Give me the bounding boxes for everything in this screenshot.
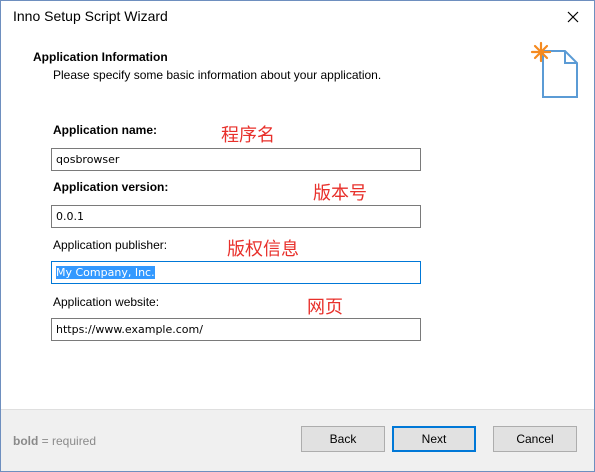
back-button[interactable]: Back (301, 426, 385, 452)
required-note-bold: bold (13, 434, 39, 448)
app-publisher-label: Application publisher: (53, 238, 168, 252)
window-title: Inno Setup Script Wizard (13, 8, 168, 24)
form-area: Application name: 程序名 qosbrowser Applica… (1, 105, 594, 409)
app-name-label: Application name: (53, 123, 158, 137)
required-note-rest: = required (38, 434, 97, 448)
app-version-input[interactable]: 0.0.1 (51, 205, 421, 228)
close-icon (567, 11, 579, 23)
annotation-name: 程序名 (221, 125, 275, 146)
wizard-document-sparkle-icon (530, 41, 578, 98)
wizard-footer: bold = required Back Next Cancel (1, 409, 594, 471)
selected-text: My Company, Inc. (56, 266, 155, 279)
title-bar: Inno Setup Script Wizard (1, 1, 594, 33)
app-publisher-input[interactable]: My Company, Inc. (51, 261, 421, 284)
required-note: bold = required (13, 434, 96, 448)
next-button[interactable]: Next (392, 426, 476, 452)
page-title: Application Information (33, 50, 168, 64)
annotation-version: 版本号 (313, 183, 367, 204)
wizard-window: Inno Setup Script Wizard Application Inf… (0, 0, 595, 472)
app-website-label: Application website: (53, 295, 160, 309)
cancel-button[interactable]: Cancel (493, 426, 577, 452)
close-button[interactable] (558, 3, 588, 31)
annotation-website: 网页 (307, 297, 343, 318)
wizard-header: Application Information Please specify s… (1, 33, 594, 105)
annotation-publisher: 版权信息 (227, 239, 299, 260)
app-name-input[interactable]: qosbrowser (51, 148, 421, 171)
app-website-input[interactable]: https://www.example.com/ (51, 318, 421, 341)
app-version-label: Application version: (53, 180, 169, 194)
page-subtitle: Please specify some basic information ab… (53, 68, 382, 82)
